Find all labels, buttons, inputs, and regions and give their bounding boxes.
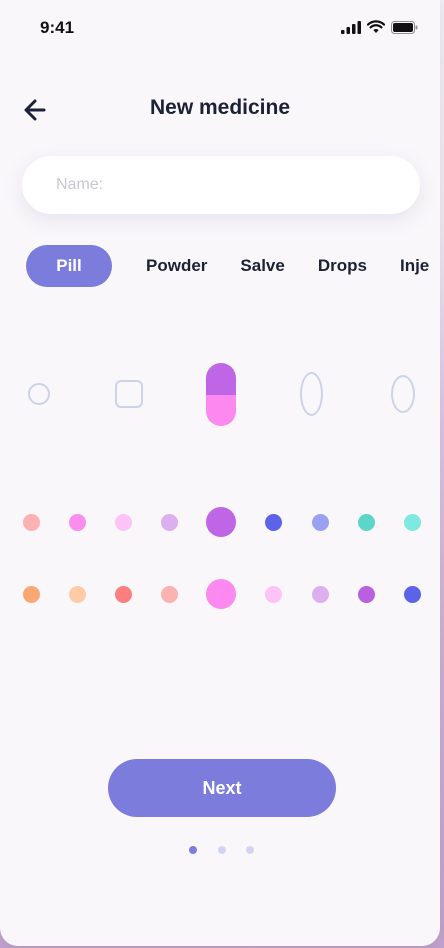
status-time: 9:41 bbox=[40, 18, 75, 37]
shape-capsule-option[interactable] bbox=[206, 363, 236, 426]
shape-oval-tall-option[interactable] bbox=[300, 372, 323, 416]
capsule-bottom-half bbox=[206, 394, 236, 426]
signal-icon bbox=[341, 20, 361, 34]
wifi-icon bbox=[367, 20, 385, 33]
color-swatch-row2[interactable] bbox=[264, 585, 282, 603]
name-input[interactable] bbox=[22, 156, 420, 214]
color-swatch-row1[interactable] bbox=[22, 513, 40, 531]
next-button[interactable]: Next bbox=[108, 759, 336, 817]
tab-pill[interactable]: Pill bbox=[26, 245, 112, 287]
color-swatch-row1[interactable] bbox=[311, 513, 329, 531]
color-swatch-row2[interactable] bbox=[206, 579, 236, 609]
tab-salve[interactable]: Salve bbox=[240, 256, 284, 276]
color-swatch-row2[interactable] bbox=[114, 585, 132, 603]
tab-powder[interactable]: Powder bbox=[146, 256, 207, 276]
color-swatch-row1[interactable] bbox=[264, 513, 282, 531]
pagination-dot bbox=[218, 846, 226, 854]
color-swatch-row2[interactable] bbox=[160, 585, 178, 603]
screen: 9:41 New medicine Pill Powder Salve Drop… bbox=[0, 0, 440, 946]
color-swatch-row2[interactable] bbox=[68, 585, 86, 603]
color-swatch-row1[interactable] bbox=[206, 507, 236, 537]
battery-icon bbox=[391, 20, 418, 34]
pagination-dot bbox=[246, 846, 254, 854]
status-icons bbox=[341, 20, 418, 34]
pagination-dot bbox=[189, 846, 197, 854]
color-swatch-row1[interactable] bbox=[114, 513, 132, 531]
medicine-type-tabs: Pill Powder Salve Drops Inje bbox=[26, 245, 440, 287]
tab-drops[interactable]: Drops bbox=[318, 256, 367, 276]
shape-circle-option[interactable] bbox=[28, 383, 50, 405]
shape-square-option[interactable] bbox=[115, 380, 143, 408]
capsule-top-half bbox=[206, 363, 236, 395]
color-swatch-row2[interactable] bbox=[357, 585, 375, 603]
color-swatch-row1[interactable] bbox=[68, 513, 86, 531]
page-title: New medicine bbox=[149, 96, 291, 119]
tab-injection[interactable]: Inje bbox=[400, 256, 429, 276]
color-swatch-row2[interactable] bbox=[403, 585, 421, 603]
color-swatch-row2[interactable] bbox=[22, 585, 40, 603]
shape-oval-option[interactable] bbox=[391, 375, 415, 413]
color-swatch-row2[interactable] bbox=[311, 585, 329, 603]
color-swatch-row1[interactable] bbox=[357, 513, 375, 531]
color-swatch-row1[interactable] bbox=[160, 513, 178, 531]
color-swatch-row1[interactable] bbox=[403, 513, 421, 531]
